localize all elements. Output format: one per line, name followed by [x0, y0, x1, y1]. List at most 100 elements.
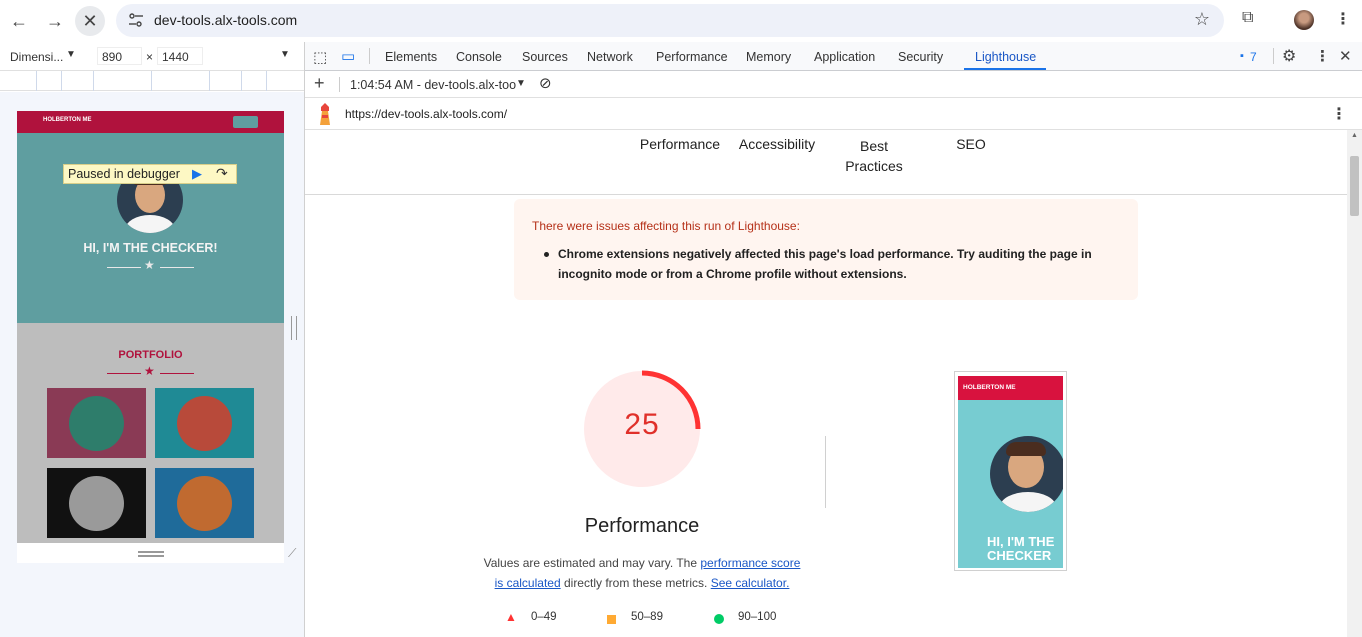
- score-legend: ▲ 0–49 50–89 90–100: [505, 610, 805, 626]
- divider-line: [107, 373, 141, 374]
- scroll-up-icon[interactable]: ▲: [1351, 132, 1358, 139]
- back-icon[interactable]: ←: [4, 6, 34, 36]
- portfolio-tile-gamepad[interactable]: [155, 468, 254, 538]
- media-query-ruler: [0, 71, 304, 91]
- browser-menu-icon[interactable]: ⋮: [1335, 9, 1351, 29]
- divider-line: [160, 373, 194, 374]
- resume-icon[interactable]: ▶: [192, 166, 202, 182]
- site-brand: HOLBERTON ME: [43, 117, 92, 123]
- thumbnail-hero-line2: CHECKER: [987, 548, 1052, 563]
- ruler-tick: [93, 71, 94, 91]
- device-mode-pane: Dimensi... ▼ 890 × 1440 ▼ HOLBERTON ME H…: [0, 42, 304, 637]
- width-input[interactable]: 890: [97, 47, 142, 65]
- thumbnail-hero-line1: HI, I'M THE: [987, 534, 1055, 549]
- tab-performance[interactable]: Performance: [656, 50, 728, 64]
- star-icon: ★: [144, 364, 155, 378]
- step-over-icon[interactable]: ↷: [216, 165, 228, 182]
- thumbnail-avatar: [990, 436, 1063, 512]
- report-menu-icon[interactable]: ⋮: [1331, 104, 1347, 124]
- lighthouse-logo-icon: [320, 103, 330, 125]
- performance-score-link[interactable]: performance score: [700, 556, 800, 570]
- ruler-tick: [266, 71, 267, 91]
- device-select[interactable]: Dimensi...: [10, 50, 63, 64]
- more-options-chevron-icon[interactable]: ▼: [280, 49, 290, 60]
- tab-elements[interactable]: Elements: [385, 50, 437, 64]
- active-tab-indicator: [964, 68, 1046, 70]
- site-settings-icon[interactable]: [128, 12, 144, 28]
- category-divider: [305, 194, 1347, 195]
- category-performance[interactable]: Performance: [635, 136, 725, 152]
- audited-url[interactable]: https://dev-tools.alx-tools.com/: [345, 107, 507, 121]
- see-calculator-link[interactable]: See calculator.: [711, 576, 790, 590]
- ruler-tick: [209, 71, 210, 91]
- desc-text: directly from these metrics.: [560, 576, 711, 590]
- scrollbar-thumb[interactable]: [1350, 156, 1359, 216]
- final-screenshot-thumbnail[interactable]: HOLBERTON ME HI, I'M THE CHECKER: [954, 371, 1067, 571]
- issues-count[interactable]: 7: [1250, 50, 1257, 64]
- ruler-tick: [151, 71, 152, 91]
- profile-avatar[interactable]: [1294, 10, 1314, 30]
- new-report-icon[interactable]: +: [314, 73, 325, 94]
- device-toggle-icon[interactable]: ▭: [341, 47, 355, 65]
- category-accessibility[interactable]: Accessibility: [732, 136, 822, 152]
- portfolio-tile-cabin[interactable]: [47, 388, 146, 458]
- site-portfolio: PORTFOLIO ★: [17, 323, 284, 543]
- tab-security[interactable]: Security: [898, 50, 943, 64]
- lighthouse-urlbar: https://dev-tools.alx-tools.com/ ⋮: [305, 98, 1362, 130]
- category-seo[interactable]: SEO: [931, 136, 1011, 152]
- divider-line: [160, 267, 194, 268]
- performance-score-value: 25: [624, 408, 660, 441]
- tab-lighthouse[interactable]: Lighthouse: [975, 50, 1036, 64]
- paused-in-debugger-banner: Paused in debugger ▶ ↷: [63, 164, 237, 184]
- site-header: HOLBERTON ME: [17, 111, 284, 133]
- height-input[interactable]: 1440: [157, 47, 203, 65]
- portfolio-tile-cake[interactable]: [155, 388, 254, 458]
- run-warnings-box: There were issues affecting this run of …: [514, 199, 1138, 300]
- inspect-element-icon[interactable]: ⬚: [313, 48, 327, 66]
- paused-label: Paused in debugger: [68, 167, 180, 181]
- category-best-practices-line1: Best: [859, 138, 888, 154]
- tab-sources[interactable]: Sources: [522, 50, 568, 64]
- category-best-practices-line2: Practices: [845, 158, 903, 174]
- report-scrollbar[interactable]: ▲: [1347, 130, 1362, 637]
- portfolio-tile-circus[interactable]: [47, 468, 146, 538]
- resize-corner-icon[interactable]: ⟋: [288, 546, 296, 561]
- settings-gear-icon[interactable]: ⚙: [1282, 46, 1296, 66]
- tab-network[interactable]: Network: [587, 50, 633, 64]
- stop-icon[interactable]: ✕: [75, 6, 105, 36]
- report-selector-chevron-icon[interactable]: ▼: [516, 78, 526, 89]
- tab-memory[interactable]: Memory: [746, 50, 791, 64]
- clear-reports-icon[interactable]: ⊘: [539, 74, 552, 92]
- chevron-down-icon[interactable]: ▼: [66, 49, 76, 60]
- ruler-tick: [61, 71, 62, 91]
- device-resize-bar[interactable]: ⟋: [17, 543, 296, 563]
- lighthouse-toolbar: + 1:04:54 AM - dev-tools.alx-too ▼ ⊘: [305, 71, 1362, 98]
- address-bar[interactable]: dev-tools.alx-tools.com ☆: [116, 4, 1224, 37]
- dimension-separator: ×: [146, 50, 154, 64]
- bullet-icon: [544, 252, 549, 257]
- devtools-menu-icon[interactable]: ⋮: [1315, 47, 1330, 65]
- url-text[interactable]: dev-tools.alx-tools.com: [154, 12, 297, 28]
- thumbnail-page: HOLBERTON ME HI, I'M THE CHECKER: [958, 376, 1063, 568]
- tab-application[interactable]: Application: [814, 50, 875, 64]
- issues-icon[interactable]: ▪: [1240, 50, 1244, 62]
- browser-toolbar: ← → ✕ dev-tools.alx-tools.com ☆ ⧉ ⋮: [0, 0, 1362, 42]
- site-menu-button[interactable]: [233, 116, 258, 128]
- thumbnail-brand: HOLBERTON ME: [963, 384, 1016, 391]
- category-best-practices[interactable]: Best Practices: [829, 136, 919, 176]
- ruler-tick: [241, 71, 242, 91]
- forward-icon[interactable]: →: [40, 6, 70, 36]
- site-hero: HI, I'M THE CHECKER! ★: [17, 133, 284, 323]
- gauge-divider: [825, 436, 826, 508]
- bookmark-star-icon[interactable]: ☆: [1194, 9, 1210, 30]
- star-icon: ★: [144, 258, 155, 272]
- desc-text: Values are estimated and may vary. The: [483, 556, 701, 570]
- tab-console[interactable]: Console: [456, 50, 502, 64]
- report-selector[interactable]: 1:04:54 AM - dev-tools.alx-too: [350, 78, 516, 92]
- pane-resize-handle[interactable]: [291, 316, 297, 340]
- pass-circle-icon: [714, 614, 724, 624]
- close-devtools-icon[interactable]: ✕: [1339, 47, 1352, 65]
- extensions-icon[interactable]: ⧉: [1242, 9, 1253, 27]
- divider-line: [107, 267, 141, 268]
- is-calculated-link[interactable]: is calculated: [495, 576, 561, 590]
